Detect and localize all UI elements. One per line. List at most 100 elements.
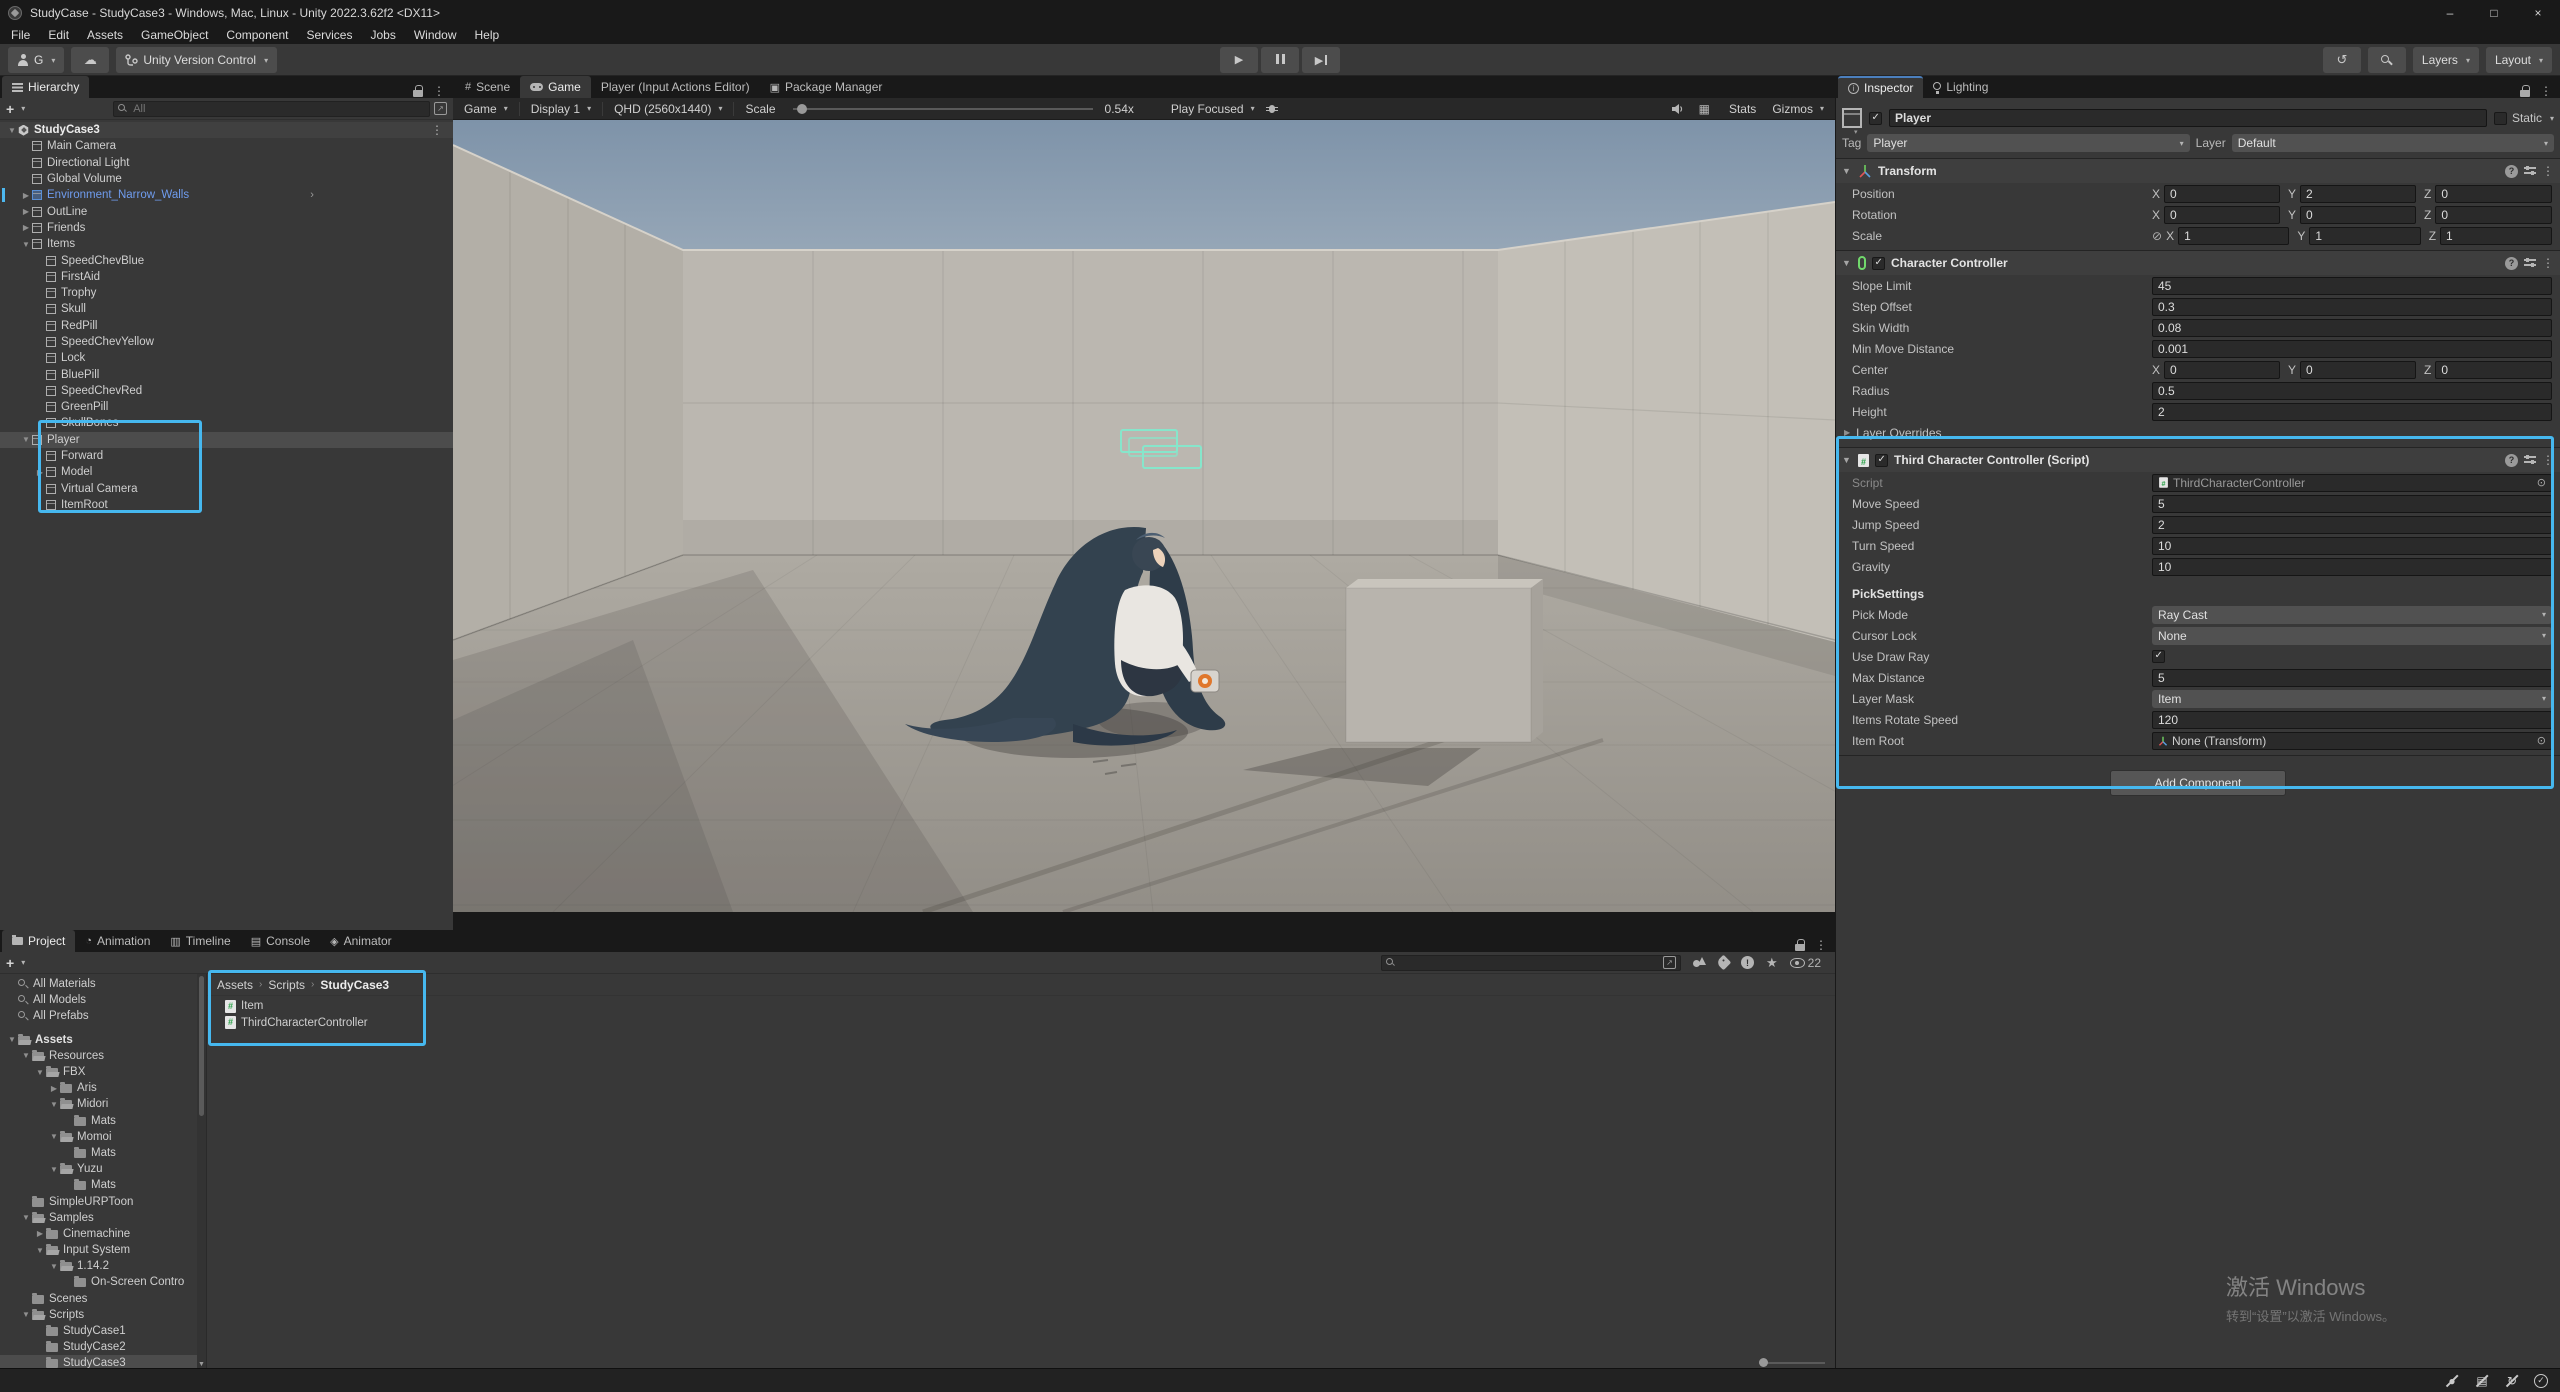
create-asset-button[interactable]: +	[6, 956, 14, 970]
bottom-panel-tab[interactable]: Timeline	[160, 930, 240, 952]
character-controller-header[interactable]: ▼ Character Controller ? ⋮	[1836, 251, 2560, 275]
lock-icon[interactable]	[2520, 85, 2530, 98]
tab-hierarchy[interactable]: Hierarchy	[2, 76, 89, 98]
step-offset-field[interactable]: 0.3	[2152, 298, 2552, 316]
scale-y-field[interactable]: 1	[2309, 227, 2420, 245]
hierarchy-tree-row[interactable]: FirstAid	[0, 269, 453, 285]
version-control-button[interactable]: Unity Version Control▾	[116, 47, 277, 73]
object-picker-icon[interactable]: ⊙	[2537, 734, 2546, 747]
kebab-menu-icon[interactable]: ⋮	[433, 84, 445, 98]
hierarchy-tree-row[interactable]: Trophy	[0, 285, 453, 301]
min-move-distance-field[interactable]: 0.001	[2152, 340, 2552, 358]
foldout-arrow-icon[interactable]: ▼	[48, 1100, 60, 1109]
turn-speed-field[interactable]: 10	[2152, 537, 2552, 555]
hierarchy-tree-row[interactable]: Directional Light	[0, 155, 453, 171]
hierarchy-tree-row[interactable]: ItemRoot	[0, 497, 453, 513]
cloud-button[interactable]: ☁	[71, 47, 109, 73]
undo-history-button[interactable]: ↺	[2323, 47, 2361, 73]
cursor-lock-dropdown[interactable]: None▾	[2152, 627, 2552, 645]
hierarchy-tree-row[interactable]: Virtual Camera	[0, 481, 453, 497]
foldout-arrow-icon[interactable]: ▶	[48, 1084, 60, 1093]
prefab-chevron-icon[interactable]: ›	[310, 189, 322, 201]
foldout-arrow-icon[interactable]: ▼	[20, 1310, 32, 1319]
scale-slider-thumb[interactable]	[797, 104, 807, 114]
hierarchy-tree-row[interactable]: SpeedChevYellow	[0, 334, 453, 350]
use-draw-ray-checkbox[interactable]	[2152, 650, 2165, 663]
breadcrumb-current[interactable]: StudyCase3	[320, 978, 389, 992]
items-rotate-speed-field[interactable]: 120	[2152, 711, 2552, 729]
foldout-arrow-icon[interactable]: ▼	[48, 1262, 60, 1271]
menu-item[interactable]: Services	[297, 28, 361, 42]
gameobject-name-field[interactable]: Player	[1889, 109, 2487, 127]
layout-dropdown[interactable]: Layout▾	[2486, 47, 2552, 73]
gizmos-dropdown[interactable]: Gizmos▾	[1767, 102, 1829, 116]
chevron-down-icon[interactable]: ▾	[21, 104, 25, 113]
debug-bug-icon[interactable]	[1266, 103, 1278, 115]
menu-item[interactable]: Help	[466, 28, 509, 42]
hierarchy-tree-row[interactable]: SpeedChevRed	[0, 383, 453, 399]
search-by-type-button[interactable]	[1693, 957, 1706, 968]
game-mode-dropdown[interactable]: Game▾	[459, 102, 513, 116]
hierarchy-tree-row[interactable]: ▶ Model	[0, 464, 453, 480]
menu-item[interactable]: GameObject	[132, 28, 217, 42]
hidden-count-button[interactable]: 22	[1790, 956, 1821, 970]
skin-width-field[interactable]: 0.08	[2152, 319, 2552, 337]
transform-header[interactable]: ▼ Transform ? ⋮	[1836, 159, 2560, 183]
scale-x-field[interactable]: 1	[2178, 227, 2289, 245]
foldout-arrow-icon[interactable]: ▼	[48, 1165, 60, 1174]
presets-icon[interactable]	[2524, 166, 2536, 176]
project-tree-row[interactable]: ▼ Resources	[0, 1048, 197, 1064]
component-enabled-checkbox[interactable]	[1872, 257, 1885, 270]
play-button[interactable]: ▶	[1220, 47, 1258, 73]
kebab-menu-icon[interactable]: ⋮	[431, 123, 453, 137]
hierarchy-tree-row[interactable]: Forward	[0, 448, 453, 464]
hierarchy-search-input[interactable]	[131, 102, 425, 116]
kebab-menu-icon[interactable]: ⋮	[2542, 453, 2554, 467]
layer-overrides-foldout[interactable]: ▶Layer Overrides	[1836, 422, 2560, 443]
menu-item[interactable]: File	[2, 28, 39, 42]
menu-item[interactable]: Component	[217, 28, 297, 42]
breadcrumb-assets[interactable]: Assets	[217, 978, 253, 992]
slope-limit-field[interactable]: 45	[2152, 277, 2552, 295]
foldout-arrow-icon[interactable]: ▼	[6, 1035, 18, 1044]
active-checkbox[interactable]	[1869, 112, 1882, 125]
static-checkbox[interactable]	[2494, 112, 2507, 125]
bottom-panel-tab[interactable]: Animation	[75, 930, 160, 952]
project-tree-row[interactable]: ▼ Input System	[0, 1242, 197, 1258]
scale-slider[interactable]	[793, 108, 1093, 110]
foldout-arrow-icon[interactable]: ▼	[34, 1246, 46, 1255]
bottom-panel-tab[interactable]: Animator	[320, 930, 402, 952]
object-picker-icon[interactable]: ⊙	[2537, 476, 2546, 489]
rotation-y-field[interactable]: 0	[2300, 206, 2416, 224]
position-y-field[interactable]: 2	[2300, 185, 2416, 203]
scrollbar-thumb[interactable]	[199, 976, 204, 1116]
favorites-button[interactable]: ★	[1766, 955, 1778, 971]
layers-dropdown[interactable]: Layers▾	[2413, 47, 2479, 73]
help-icon[interactable]: ?	[2505, 257, 2518, 270]
bottom-panel-tab[interactable]: Console	[241, 930, 320, 952]
project-tree-row[interactable]: All Prefabs	[0, 1008, 197, 1024]
game-viewport-render[interactable]	[453, 120, 1835, 912]
account-button[interactable]: G▾	[8, 47, 64, 73]
step-button[interactable]: ▶	[1302, 47, 1340, 73]
project-tree-row[interactable]: StudyCase3	[0, 1355, 197, 1368]
pick-mode-dropdown[interactable]: Ray Cast▾	[2152, 606, 2552, 624]
scroll-down-arrow-icon[interactable]: ▼	[197, 1361, 206, 1368]
menu-item[interactable]: Window	[405, 28, 466, 42]
foldout-arrow-icon[interactable]: ▶	[34, 1229, 46, 1238]
menu-item[interactable]: Assets	[78, 28, 132, 42]
project-tree-row[interactable]: ▼ Yuzu	[0, 1161, 197, 1177]
menu-item[interactable]: Jobs	[361, 28, 404, 42]
project-tree-row[interactable]: Mats	[0, 1113, 197, 1129]
hierarchy-tree-row[interactable]: SpeedChevBlue	[0, 252, 453, 268]
constrain-proportions-icon[interactable]: ⊘	[2152, 229, 2162, 243]
project-tree-row[interactable]: StudyCase1	[0, 1323, 197, 1339]
rotation-x-field[interactable]: 0	[2164, 206, 2280, 224]
open-search-window-icon[interactable]: ↗	[434, 102, 447, 115]
help-icon[interactable]: ?	[2505, 454, 2518, 467]
gameobject-icon[interactable]	[1842, 108, 1862, 128]
resolution-dropdown[interactable]: QHD (2560x1440)▾	[609, 102, 727, 116]
script-component-header[interactable]: ▼ Third Character Controller (Script) ? …	[1836, 448, 2560, 472]
foldout-arrow-icon[interactable]: ▶	[34, 468, 46, 477]
presets-icon[interactable]	[2524, 455, 2536, 465]
